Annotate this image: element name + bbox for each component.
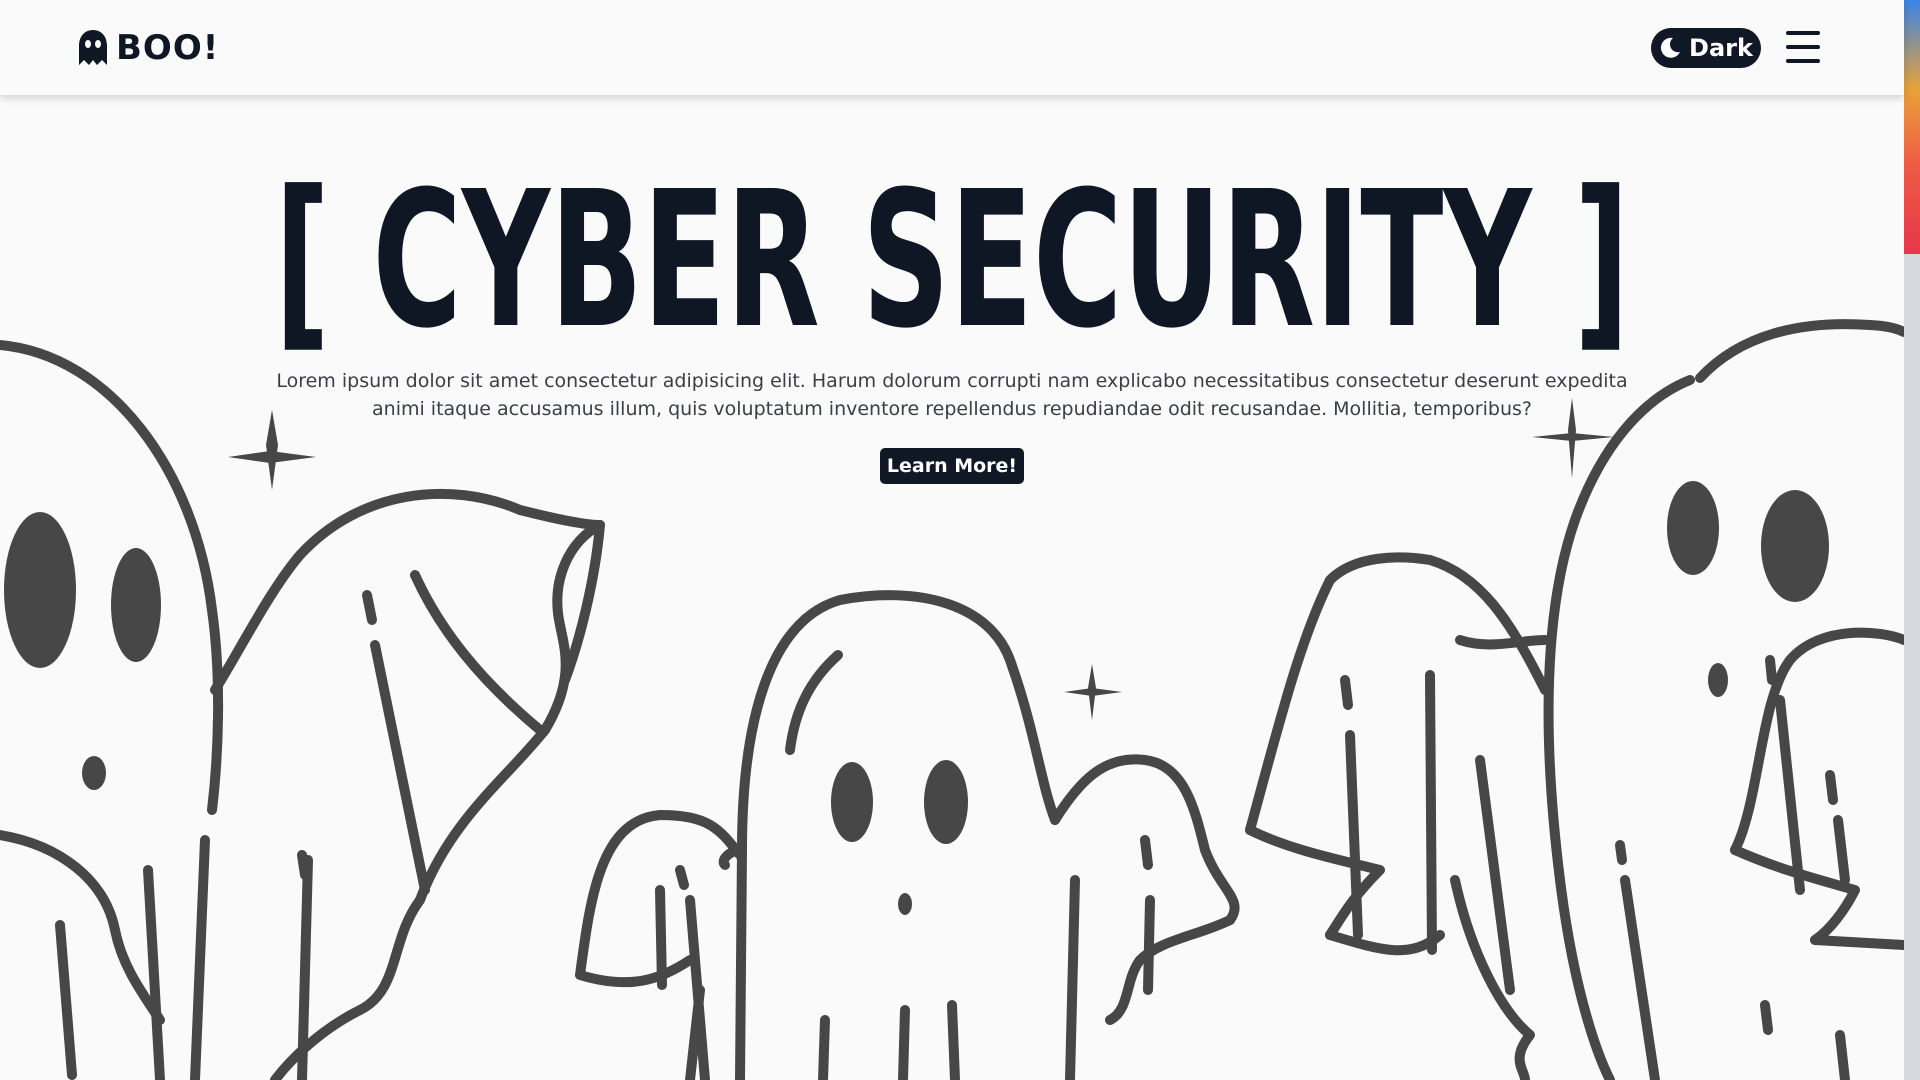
top-navbar: BOO! Dark [0,0,1904,95]
page-scrollbar[interactable] [1904,0,1920,1080]
hero-description: Lorem ipsum dolor sit amet consectetur a… [276,370,1628,420]
far-right-small-ghost [1730,627,1904,950]
moon-icon [1660,37,1681,58]
sparkle-center [1064,664,1122,720]
theme-toggle-label: Dark [1689,34,1753,62]
menu-bar [1786,45,1820,49]
ghost-icon [79,30,107,65]
learn-more-button[interactable]: Learn More! [880,448,1024,484]
center-ghost [718,590,1240,1080]
left-big-ghost [0,340,224,1080]
right-sheet-ghost [1245,552,1550,1080]
menu-bar [1786,31,1820,35]
brand-logo[interactable]: BOO! [78,27,219,69]
left-tilted-ghost [210,488,605,1080]
scrollbar-thumb[interactable] [1904,0,1920,254]
hamburger-menu-icon[interactable] [1786,31,1820,63]
small-ghost-left [575,810,745,1080]
dark-mode-toggle[interactable]: Dark [1651,28,1761,68]
menu-bar [1786,59,1820,63]
brand-name: BOO! [116,28,220,68]
hero-title: [ CYBER SECURITY ] [274,151,1630,370]
